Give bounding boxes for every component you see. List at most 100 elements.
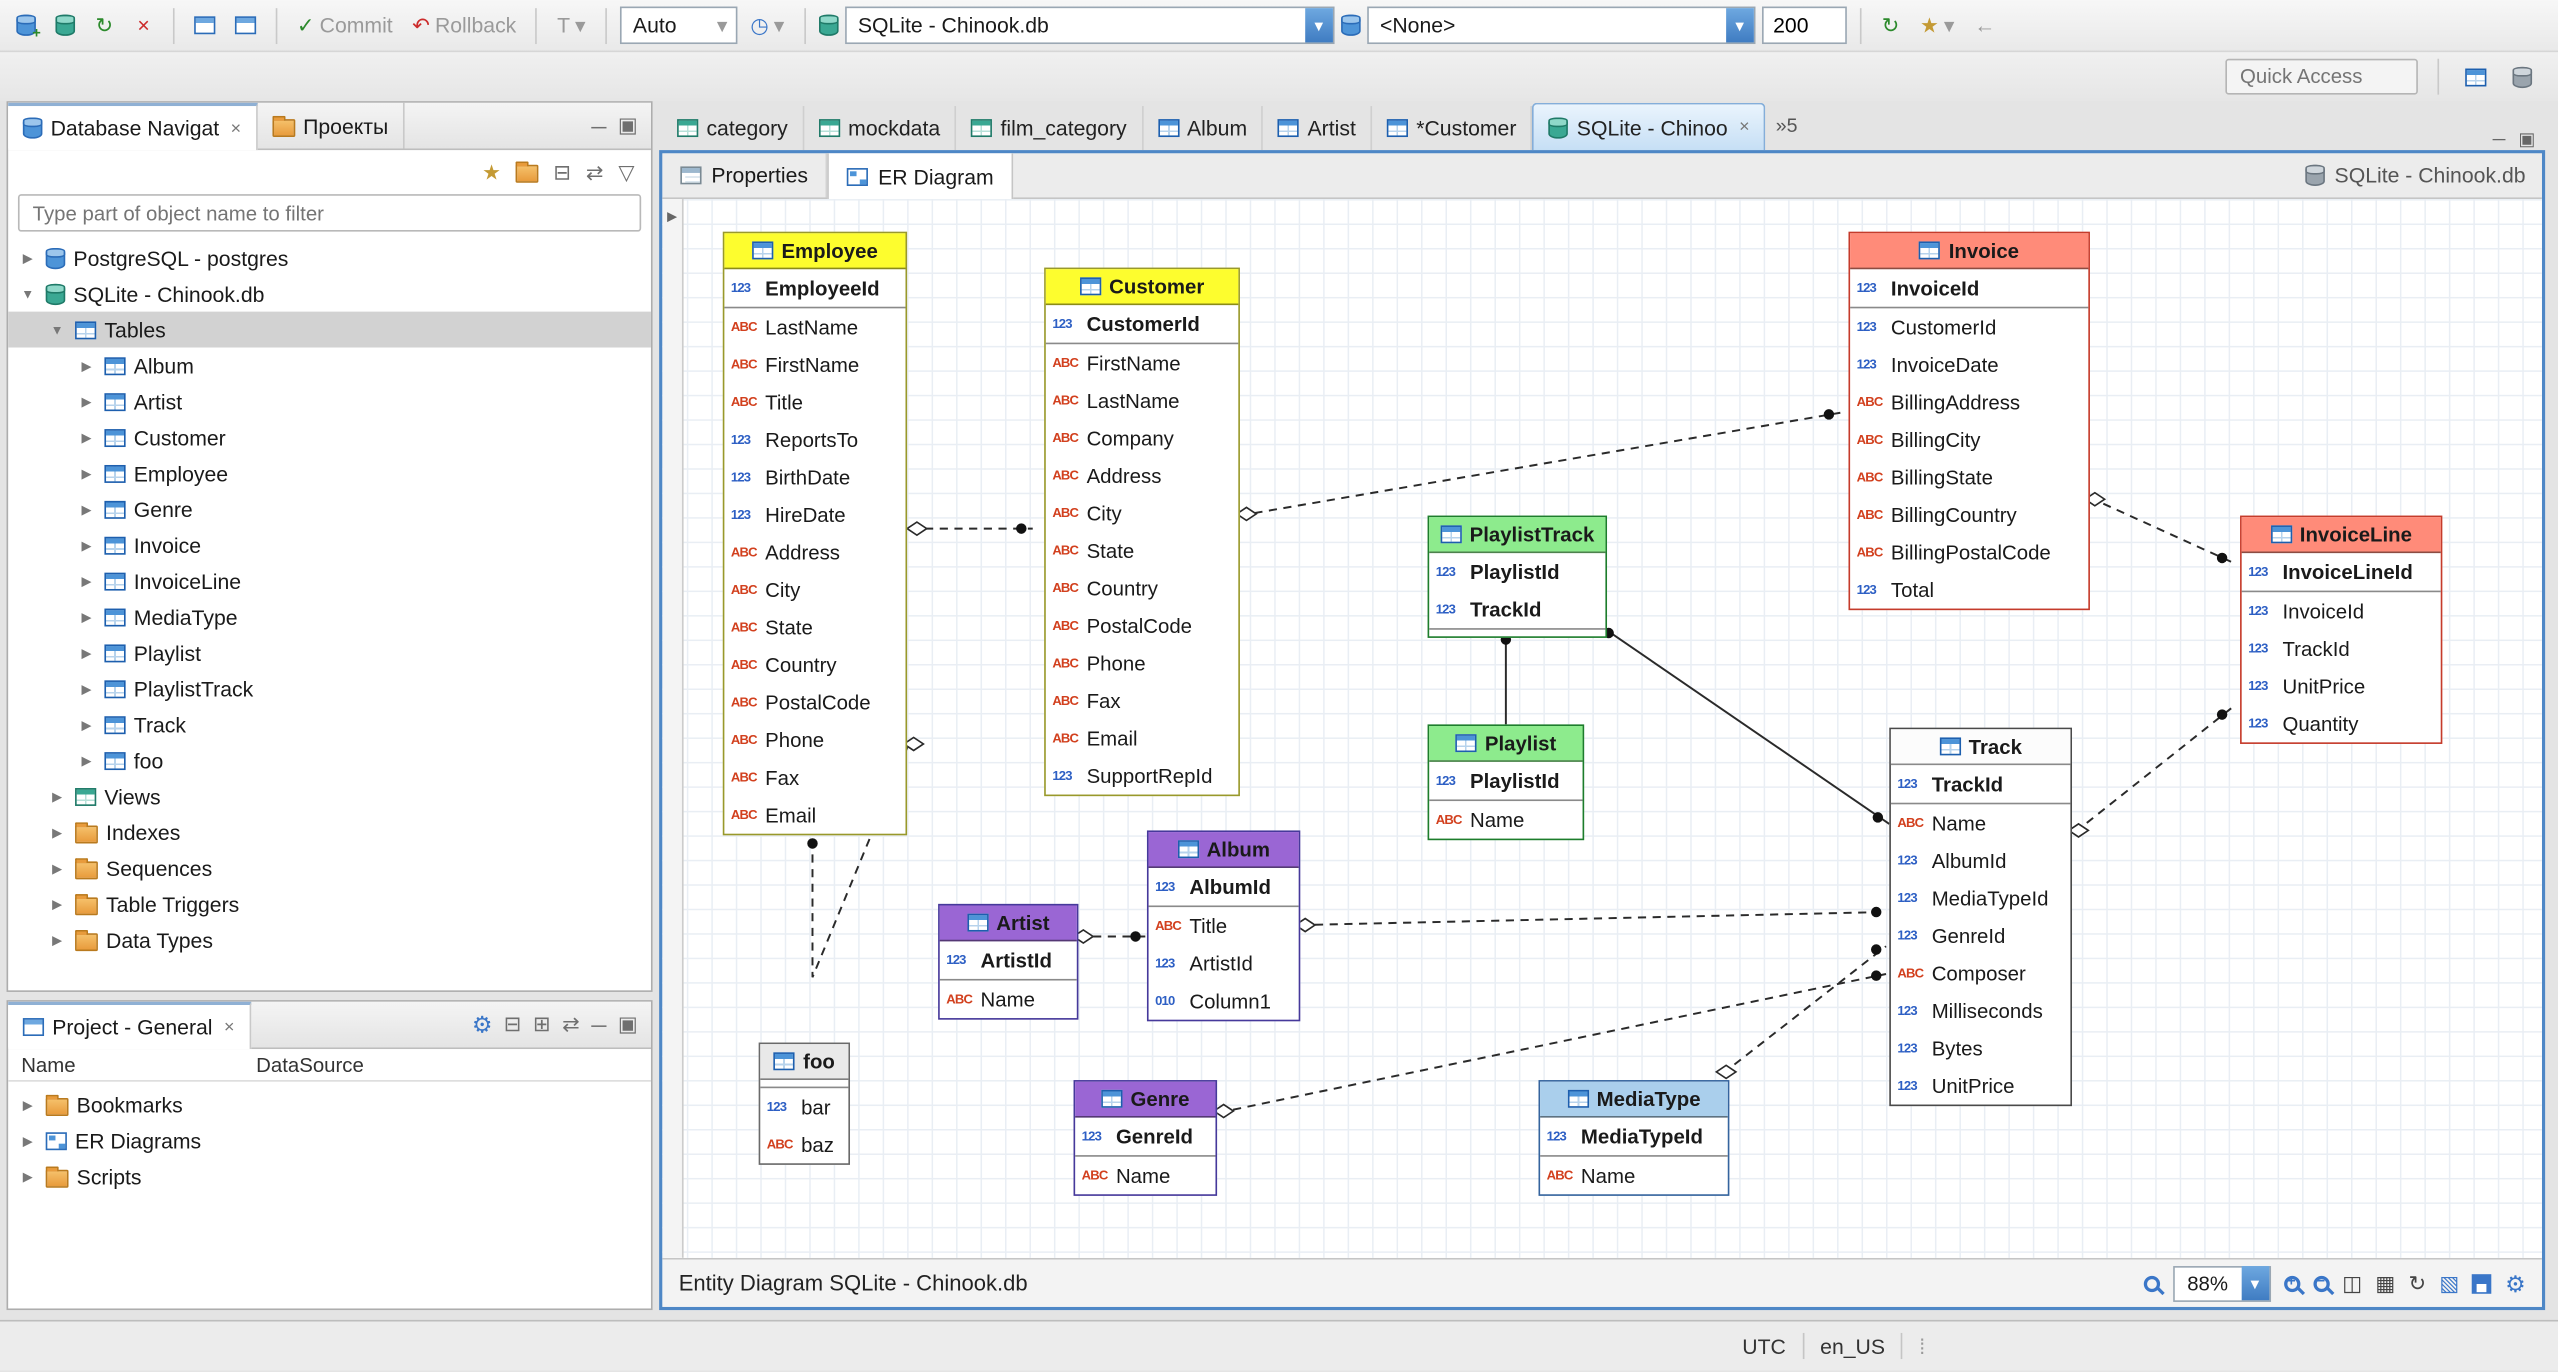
editor-tab-category[interactable]: category — [662, 106, 805, 151]
expander-icon[interactable]: ▶ — [77, 358, 97, 373]
collapse-all-icon[interactable]: ⊟ — [504, 1012, 522, 1038]
editor-tab-album[interactable]: Album — [1143, 106, 1264, 151]
erd-connector[interactable] — [2089, 496, 2234, 564]
tab-project-general[interactable]: Project - General × — [8, 1001, 251, 1050]
link-with-editor-icon[interactable]: ⇄ — [586, 161, 604, 182]
zoom-combo[interactable]: 88% ▼ — [2172, 1265, 2271, 1302]
erd-entity-playlist[interactable]: Playlist 123 PlaylistId ABC Name — [1427, 724, 1585, 841]
expander-icon[interactable]: ▶ — [47, 789, 67, 804]
expander-icon[interactable]: ▶ — [77, 502, 97, 517]
tree-item-mediatype[interactable]: ▶ MediaType — [8, 599, 651, 635]
tree-item-foo[interactable]: ▶ foo — [8, 742, 651, 778]
zoom-out-icon[interactable]: − — [2312, 1272, 2330, 1292]
erd-entity-album[interactable]: Album 123 AlbumId ABC Title 123 ArtistId 010 Col… — [1146, 830, 1301, 1022]
tree-item-playlisttrack[interactable]: ▶ PlaylistTrack — [8, 671, 651, 707]
sql-editor-button[interactable] — [188, 6, 222, 45]
tree-item-indexes[interactable]: ▶ Indexes — [8, 814, 651, 850]
reconnect-button[interactable]: ↻ — [88, 6, 121, 45]
tab-projects[interactable]: Проекты — [257, 102, 405, 149]
minimize-button[interactable]: ─ — [591, 1012, 606, 1036]
zoom-in-icon[interactable]: + — [2283, 1272, 2300, 1292]
tab-er-diagram[interactable]: ER Diagram — [827, 153, 1014, 200]
expander-icon[interactable]: ▼ — [47, 322, 67, 337]
expander-icon[interactable]: ▶ — [47, 825, 67, 840]
tree-item-album[interactable]: ▶ Album — [8, 348, 651, 384]
new-connection-button[interactable]: + — [10, 6, 43, 45]
palette-strip[interactable]: ▶ — [662, 199, 684, 1258]
minimize-button[interactable]: ─ — [591, 113, 606, 137]
back-button[interactable]: ← — [1968, 6, 2002, 45]
timezone-indicator[interactable]: UTC — [1742, 1334, 1786, 1358]
tree-item-table-triggers[interactable]: ▶ Table Triggers — [8, 886, 651, 922]
combo-arrow-icon[interactable]: ▼ — [2241, 1266, 2269, 1301]
tree-item-customer[interactable]: ▶ Customer — [8, 419, 651, 455]
project-item-bookmarks[interactable]: ▶ Bookmarks — [8, 1087, 651, 1123]
transaction-log-button[interactable]: ◷ ▾ — [744, 6, 791, 45]
expander-icon[interactable]: ▶ — [47, 897, 67, 912]
gear-icon[interactable]: ⚙ — [472, 1013, 492, 1036]
tree-item-data-types[interactable]: ▶ Data Types — [8, 922, 651, 958]
toggle-grid-icon[interactable]: ▦ — [2375, 1273, 2395, 1294]
erd-entity-playlisttrack[interactable]: PlaylistTrack 123 PlaylistId 123 TrackId — [1427, 515, 1608, 638]
expander-icon[interactable]: ▶ — [18, 250, 38, 265]
expander-icon[interactable]: ▶ — [77, 394, 97, 409]
navigator-filter-input[interactable] — [17, 194, 642, 232]
dbeaver-perspective-button[interactable] — [2506, 57, 2539, 96]
erd-connector[interactable] — [1239, 411, 1841, 517]
editor-tab-film-category[interactable]: film_category — [956, 106, 1143, 151]
diagram-settings-icon[interactable]: ⚙ — [2505, 1272, 2525, 1295]
expander-icon[interactable]: ▶ — [77, 573, 97, 588]
disconnect-button[interactable]: × — [127, 6, 160, 45]
erd-entity-mediatype[interactable]: MediaType 123 MediaTypeId ABC Name — [1538, 1080, 1730, 1196]
tools-button[interactable]: ★ ▾ — [1913, 6, 1961, 45]
erd-entity-invoice[interactable]: Invoice 123 InvoiceId 123 CustomerId 123 Invoi… — [1848, 231, 2090, 611]
expander-icon[interactable]: ▶ — [47, 932, 67, 947]
export-image-icon[interactable]: ▧ — [2439, 1273, 2459, 1294]
tree-item-sequences[interactable]: ▶ Sequences — [8, 850, 651, 886]
expander-icon[interactable]: ▶ — [77, 753, 97, 768]
commit-button[interactable]: ✓ Commit — [290, 6, 399, 45]
editor-tab-sqlite-chinoo[interactable]: SQLite - Chinoo × — [1532, 102, 1766, 151]
tab-properties[interactable]: Properties — [662, 153, 828, 198]
tree-item-employee[interactable]: ▶ Employee — [8, 455, 651, 491]
tree-item-invoiceline[interactable]: ▶ InvoiceLine — [8, 563, 651, 599]
palette-expand-icon[interactable]: ▶ — [667, 209, 677, 224]
tab-overflow-indicator[interactable]: »5 — [1766, 114, 1807, 137]
tree-item-postgresql-postgres[interactable]: ▶ PostgreSQL - postgres — [8, 240, 651, 276]
tree-item-invoice[interactable]: ▶ Invoice — [8, 527, 651, 563]
erd-entity-employee[interactable]: Employee 123 EmployeeId ABC LastName ABC First… — [722, 231, 908, 836]
expander-icon[interactable]: ▶ — [47, 861, 67, 876]
connect-button[interactable] — [49, 6, 82, 45]
expander-icon[interactable]: ▶ — [77, 609, 97, 624]
tree-item-track[interactable]: ▶ Track — [8, 706, 651, 742]
locale-indicator[interactable]: en_US — [1820, 1334, 1885, 1358]
maximize-button[interactable]: ▣ — [618, 1012, 638, 1038]
new-folder-icon[interactable] — [515, 160, 539, 182]
collapse-all-icon[interactable]: ⊟ — [553, 161, 571, 182]
quick-access-input[interactable] — [2225, 58, 2418, 95]
maximize-button[interactable]: ▣ — [618, 113, 638, 139]
erd-entity-foo[interactable]: foo 123 bar ABC baz — [758, 1042, 851, 1165]
transaction-mode-button[interactable]: T ▾ — [551, 6, 593, 45]
rollback-button[interactable]: ↶ Rollback — [406, 6, 523, 45]
tree-item-artist[interactable]: ▶ Artist — [8, 383, 651, 419]
tree-item-sqlite-chinook-db[interactable]: ▼ SQLite - Chinook.db — [8, 276, 651, 312]
editor-tab-customer[interactable]: *Customer — [1372, 106, 1533, 151]
minimize-button[interactable]: ─ — [2493, 130, 2506, 150]
column-header-name[interactable]: Name — [8, 1053, 256, 1076]
project-item-scripts[interactable]: ▶ Scripts — [8, 1158, 651, 1194]
refresh-button[interactable]: ↻ — [1874, 6, 1907, 45]
er-diagram-canvas[interactable]: ▶ Employee 123 EmployeeId ABC LastName ABC Fir… — [662, 199, 2542, 1258]
erd-connector[interactable] — [2074, 705, 2235, 833]
auto-layout-icon[interactable]: ◫ — [2342, 1273, 2362, 1294]
tree-item-tables[interactable]: ▼ Tables — [8, 311, 651, 348]
combo-arrow-icon[interactable]: ▼ — [1304, 8, 1333, 43]
expander-icon[interactable]: ▶ — [77, 538, 97, 553]
statusbar-more-icon[interactable]: ⁞ — [1919, 1334, 1925, 1358]
erd-entity-customer[interactable]: Customer 123 CustomerId ABC FirstName ABC Last… — [1044, 267, 1240, 797]
erd-connector[interactable] — [1603, 627, 1890, 825]
refresh-diagram-icon[interactable]: ↻ — [2408, 1273, 2426, 1294]
erd-entity-genre[interactable]: Genre 123 GenreId ABC Name — [1073, 1080, 1218, 1196]
expander-icon[interactable]: ▶ — [77, 681, 97, 696]
erd-connector[interactable] — [1722, 945, 1887, 1075]
